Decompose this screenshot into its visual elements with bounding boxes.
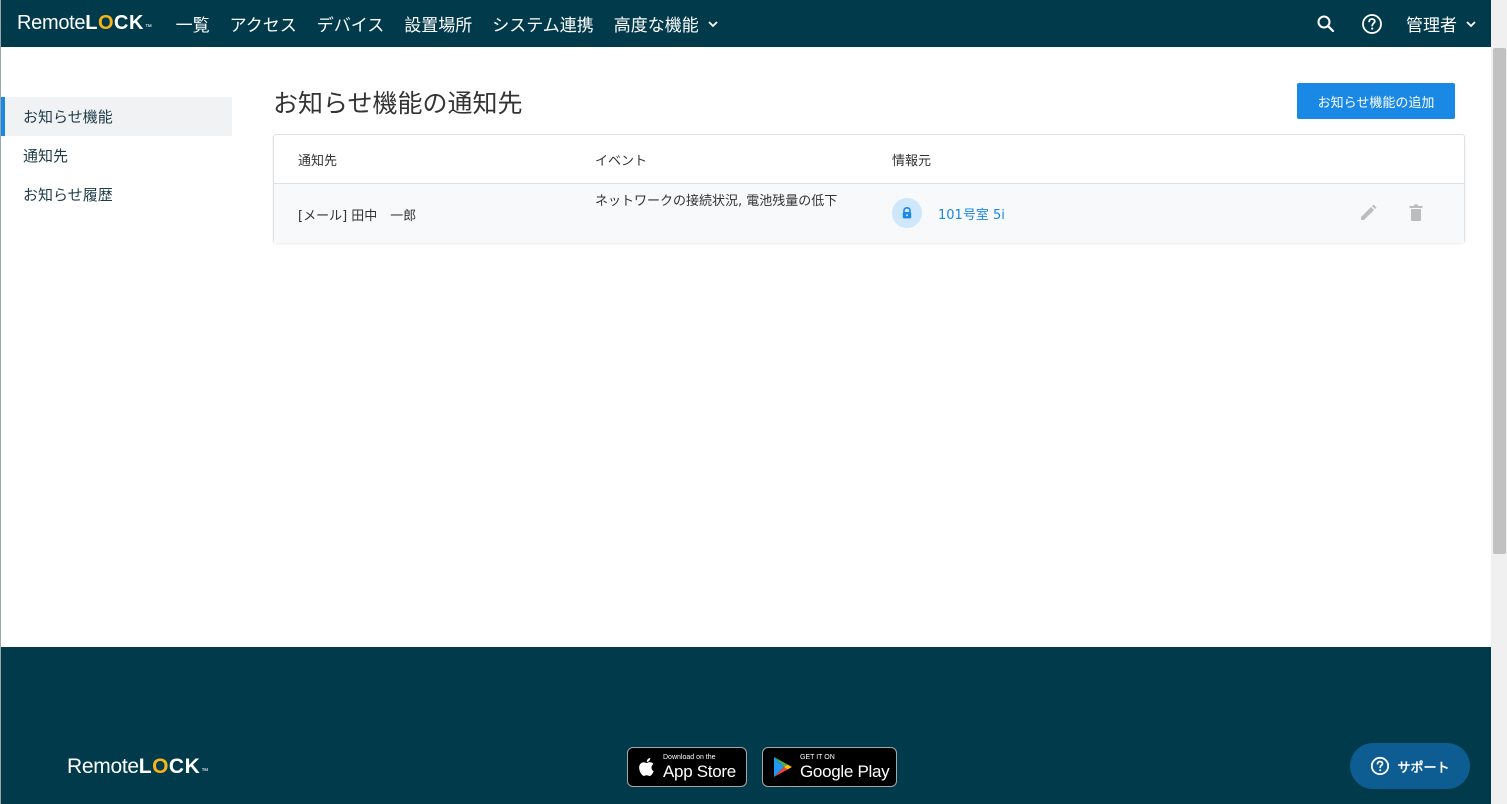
nav-item-devices[interactable]: デバイス [317,11,385,36]
google-play-text: GET IT ON Google Play [800,753,890,781]
nav-item-advanced[interactable]: 高度な機能 [614,11,719,36]
logo-prefix: Remote [17,12,86,34]
logo-prefix: Remote [67,755,139,778]
row-recipient: [メール] 田中 一郎 [298,209,417,224]
chevron-down-icon [1466,20,1476,27]
help-icon [1371,756,1390,776]
logo-l: L [138,755,153,778]
chevron-down-icon [708,20,718,27]
add-notification-button[interactable]: お知らせ機能の追加 [1297,83,1455,119]
support-label: サポート [1397,760,1450,776]
sidebar-item-recipients[interactable]: 通知先 [1,136,232,175]
source-link[interactable]: 101号室 5i [938,204,1005,223]
header-event: イベント [595,154,648,169]
nav-menu: 一覧 アクセス デバイス 設置場所 システム連携 高度な機能 [176,0,739,47]
header-source: 情報元 [892,154,932,169]
logo-tm: ™ [144,24,152,31]
nav-item-locations[interactable]: 設置場所 [404,11,472,36]
header-recipient: 通知先 [298,154,338,169]
sidebar-item-label: 通知先 [23,147,69,165]
app-store-small: Download on the [663,754,716,761]
help-icon[interactable] [1360,12,1384,36]
admin-label: 管理者 [1406,16,1457,36]
apple-icon [639,758,654,776]
nav-item-label: システム連携 [492,16,594,36]
app-store-badge[interactable]: Download on the App Store [627,747,747,787]
logo-lock: LOCK [139,755,201,779]
search-icon[interactable] [1314,12,1338,36]
sidebar-item-notifications[interactable]: お知らせ機能 [1,97,232,136]
footer-logo: Remote LOCK ™ [67,755,208,779]
nav-item-label: 高度な機能 [613,16,699,36]
google-play-icon [774,757,792,777]
scrollbar-thumb[interactable] [1493,48,1506,554]
remotelock-logo[interactable]: Remote LOCK ™ [17,12,152,35]
logo-lock: LOCK [85,12,144,35]
row-source: 101号室 5i [892,198,1005,228]
logo-o: O [97,12,115,34]
footer: Remote LOCK ™ Download on the App Store … [1,647,1491,804]
app-window: Remote LOCK ™ 一覧 アクセス デバイス 設置場所 システム連携 高… [0,0,1507,804]
sidebar-item-label: お知らせ機能 [23,108,113,126]
sidebar-item-label: お知らせ履歴 [23,186,113,204]
sidebar: お知らせ機能 通知先 お知らせ履歴 [1,97,232,214]
app-store-text: Download on the App Store [663,753,736,781]
nav-item-label: アクセス [229,16,297,36]
top-nav: Remote LOCK ™ 一覧 アクセス デバイス 設置場所 システム連携 高… [1,0,1491,47]
nav-item-label: 一覧 [175,16,210,36]
sidebar-item-history[interactable]: お知らせ履歴 [1,175,232,214]
notification-table: 通知先 イベント 情報元 [メール] 田中 一郎 ネットワークの接続状況, 電池… [273,134,1465,243]
lock-icon [892,198,922,228]
logo-suffix: CK [168,755,201,778]
google-play-small: GET IT ON [800,754,835,761]
edit-icon[interactable] [1358,203,1378,223]
table-header: 通知先 イベント 情報元 [274,135,1464,184]
logo-suffix: CK [114,12,144,34]
table-row: [メール] 田中 一郎 ネットワークの接続状況, 電池残量の低下 101号室 5… [274,184,1464,243]
google-play-badge[interactable]: GET IT ON Google Play [762,747,897,787]
nav-right: 管理者 [1292,11,1477,36]
nav-item-list[interactable]: 一覧 [176,11,210,36]
nav-item-label: デバイス [316,16,385,36]
nav-item-label: 設置場所 [404,16,473,36]
logo-tm: ™ [201,768,208,775]
nav-item-access[interactable]: アクセス [230,11,297,36]
nav-item-integrations[interactable]: システム連携 [492,11,594,36]
page-title: お知らせ機能の通知先 [273,89,523,118]
support-button[interactable]: サポート [1350,743,1470,789]
logo-o: O [152,755,169,778]
app-store-big: App Store [663,762,736,781]
trash-icon[interactable] [1406,203,1426,223]
row-event: ネットワークの接続状況, 電池残量の低下 [595,194,838,209]
google-play-big: Google Play [800,762,890,781]
logo-l: L [85,12,98,34]
admin-menu[interactable]: 管理者 [1406,11,1477,36]
scrollbar[interactable] [1491,0,1507,804]
